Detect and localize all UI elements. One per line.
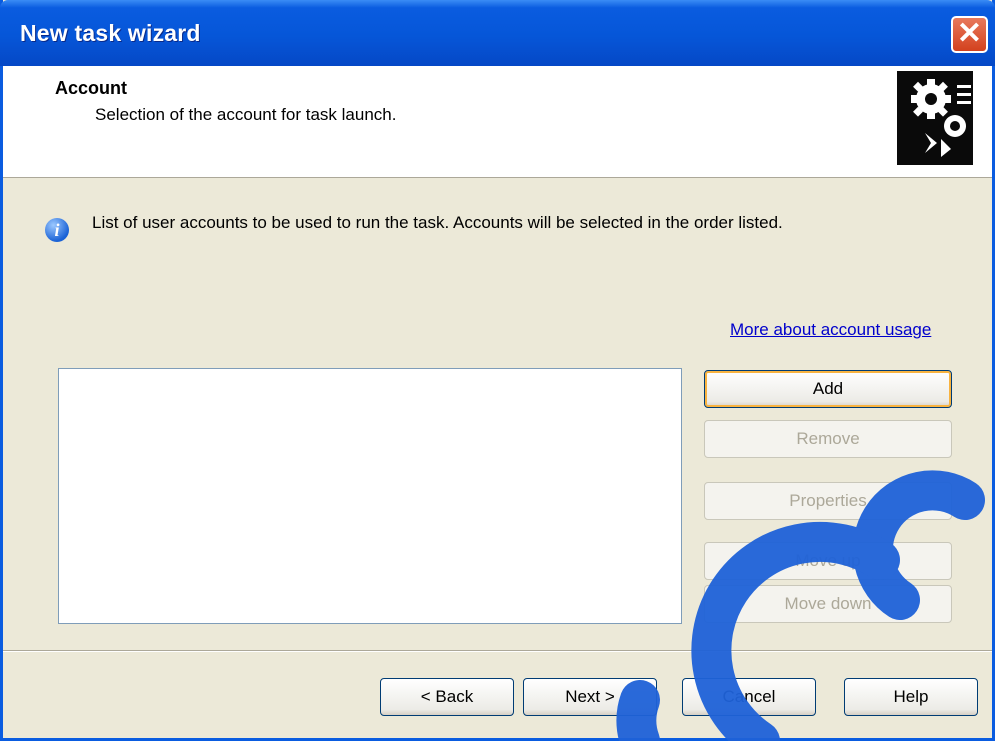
move-up-button[interactable]: Move up xyxy=(704,542,952,580)
info-icon: i xyxy=(45,218,69,242)
next-button[interactable]: Next > xyxy=(523,678,657,716)
window-title: New task wizard xyxy=(20,20,201,46)
page-title: Account xyxy=(55,78,127,98)
remove-button[interactable]: Remove xyxy=(704,420,952,458)
back-button[interactable]: < Back xyxy=(380,678,514,716)
gears-icon xyxy=(897,71,973,165)
more-about-account-usage-link[interactable]: More about account usage xyxy=(730,320,931,340)
properties-button[interactable]: Properties xyxy=(704,482,952,520)
help-button[interactable]: Help xyxy=(844,678,978,716)
accounts-list[interactable] xyxy=(58,368,682,624)
add-button[interactable]: Add xyxy=(704,370,952,408)
title-bar[interactable]: New task wizard ✕ xyxy=(0,0,995,66)
close-button[interactable]: ✕ xyxy=(951,16,988,53)
close-icon: ✕ xyxy=(956,17,983,50)
wizard-window: New task wizard ✕ Account Selection of t… xyxy=(0,0,995,741)
cancel-button[interactable]: Cancel xyxy=(682,678,816,716)
footer-separator xyxy=(3,650,992,652)
wizard-header: Account Selection of the account for tas… xyxy=(3,66,992,178)
page-subtitle: Selection of the account for task launch… xyxy=(95,105,397,124)
move-down-button[interactable]: Move down xyxy=(704,585,952,623)
info-text: List of user accounts to be used to run … xyxy=(92,213,783,232)
